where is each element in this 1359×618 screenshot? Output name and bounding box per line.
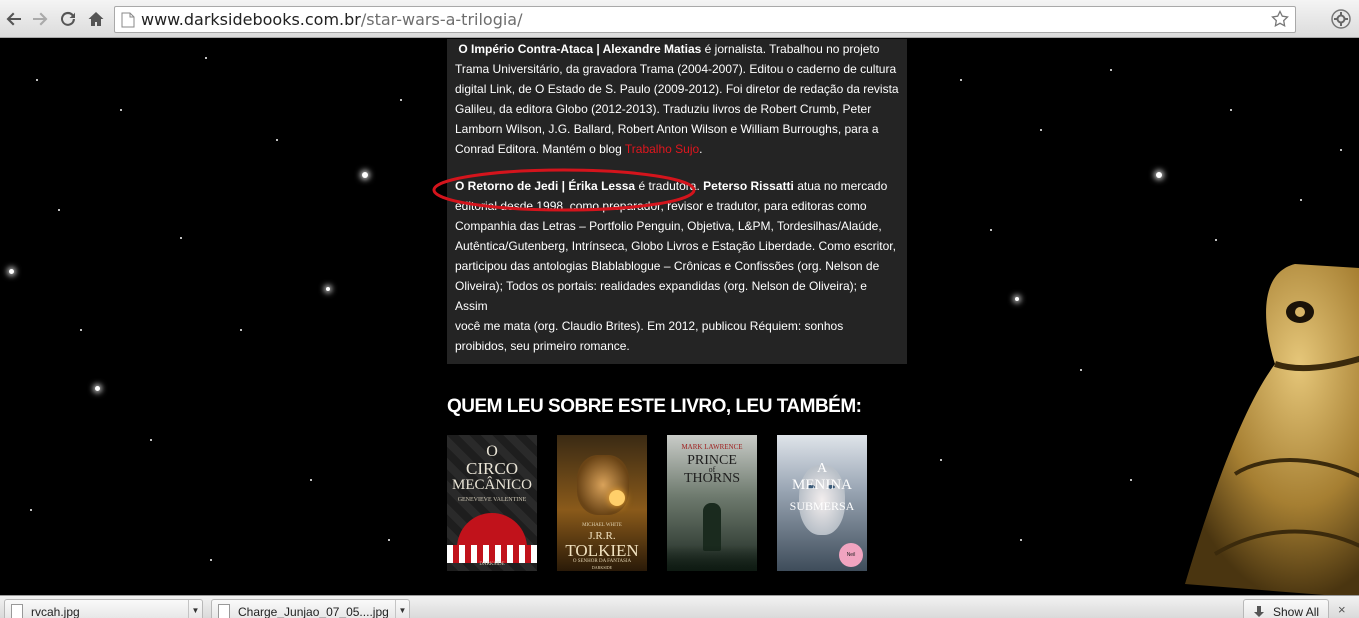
line: Companhia das Letras – Portfolio Penguin… [455, 219, 882, 233]
browser-toolbar: www.darksidebooks.com.br/star-wars-a-tri… [0, 0, 1359, 38]
settings-icon[interactable] [1330, 8, 1352, 35]
book-title-line: TOLKIEN [565, 541, 639, 560]
text: atua no mercado [797, 179, 888, 193]
blog-link[interactable]: Trabalho Sujo [625, 142, 699, 156]
line: Galileu, da editora Globo (2012-2013). T… [455, 102, 872, 116]
line: participou das antologias Blablablogue –… [455, 259, 880, 273]
home-icon[interactable] [84, 7, 108, 31]
download-shelf: rvcah.jpg ▼ Charge_Junjao_07_05....jpg ▼… [0, 595, 1359, 618]
line: você me mata (org. Claudio Brites). Em 2… [455, 319, 844, 333]
book-title-line: MECÂNICO [451, 477, 532, 493]
chevron-down-icon[interactable]: ▼ [188, 600, 202, 618]
file-icon [218, 604, 230, 618]
show-all-label: Show All [1273, 605, 1320, 618]
book-author: MARK LAWRENCE [681, 443, 743, 451]
book-cover-prince-of-thorns[interactable]: MARK LAWRENCE PRINCE of THORNS [667, 435, 757, 571]
line: Lamborn Wilson, J.G. Ballard, Robert Ant… [455, 122, 879, 136]
section-heading-imperio: O Império Contra-Ataca | Alexandre Matia… [458, 42, 702, 56]
book-author: GENEVIEVE VALENTINE [457, 497, 527, 503]
chevron-down-icon[interactable]: ▼ [395, 600, 409, 618]
book-title-line: MENINA [792, 477, 852, 493]
close-icon[interactable]: × [1338, 602, 1346, 617]
reload-icon[interactable] [56, 7, 80, 31]
line: O Império Contra-Ataca | Alexandre Matia… [455, 39, 901, 59]
related-books-title: QUEM LEU SOBRE ESTE LIVRO, LEU TAMBÉM: [447, 396, 862, 417]
article-content-box: O Império Contra-Ataca | Alexandre Matia… [447, 39, 907, 364]
golden-robot-illustration [1185, 264, 1359, 595]
text: Conrad Editora. Mantém o blog [455, 142, 622, 156]
file-icon [11, 604, 23, 618]
download-item[interactable]: Charge_Junjao_07_05....jpg ▼ [211, 599, 410, 618]
url-path: /star-wars-a-trilogia/ [360, 10, 523, 29]
book-title-line: SUBMERSA [789, 499, 855, 513]
book-title-line: THORNS [683, 471, 740, 486]
book-publisher: DARKSIDE [591, 565, 613, 570]
forward-arrow-icon[interactable] [28, 7, 52, 31]
line: editorial desde 1998, como preparador, r… [455, 199, 867, 213]
line: digital Link, de O Estado de S. Paulo (2… [455, 82, 899, 96]
bookmark-star-icon[interactable] [1271, 10, 1289, 28]
book-publisher: DARKSIDE [479, 562, 505, 567]
line: O Retorno de Jedi | Érika Lessa é tradut… [455, 176, 901, 196]
download-item[interactable]: rvcah.jpg ▼ [4, 599, 203, 618]
url-text: www.darksidebooks.com.br/star-wars-a-tri… [141, 10, 523, 29]
download-filename: Charge_Junjao_07_05....jpg [238, 605, 389, 618]
author-name: Peterso Rissatti [703, 179, 794, 193]
download-arrow-icon [1254, 606, 1264, 617]
section-heading-retorno: O Retorno de Jedi | Érika Lessa [455, 179, 636, 193]
book-title-line: A [816, 461, 828, 476]
book-badge: Neil Gaiman [839, 543, 863, 567]
line: proibidos, seu primeiro romance. [455, 339, 630, 353]
book-subtitle: O SENHOR DA FANTASIA [572, 559, 632, 564]
text: é tradutora. [638, 179, 700, 193]
book-author: MICHAEL WHITE [582, 523, 622, 528]
text: . [699, 142, 703, 156]
line: Oliveira); Todos os portais: realidades … [455, 279, 867, 313]
line: Trama Universitário, da gravadora Trama … [455, 62, 897, 76]
book-cover-tolkien[interactable]: MICHAEL WHITE J.R.R. TOLKIEN O SENHOR DA… [557, 435, 647, 571]
web-page: O Império Contra-Ataca | Alexandre Matia… [0, 39, 1359, 595]
address-bar[interactable]: www.darksidebooks.com.br/star-wars-a-tri… [114, 6, 1296, 33]
back-arrow-icon[interactable] [2, 7, 26, 31]
book-cover-menina-submersa[interactable]: A MENINA SUBMERSA Neil Gaiman [777, 435, 867, 571]
author-paragraph-2: O Retorno de Jedi | Érika Lessa é tradut… [455, 176, 901, 356]
author-paragraph-1: O Império Contra-Ataca | Alexandre Matia… [455, 39, 901, 159]
book-title-line: CIRCO [466, 459, 518, 478]
book-cover-circo-mecanico[interactable]: O CIRCO MECÂNICO GENEVIEVE VALENTINE DAR… [447, 435, 537, 571]
url-domain: www.darksidebooks.com.br [141, 10, 361, 29]
line: Autêntica/Gutenberg, Intrínseca, Globo L… [455, 239, 896, 253]
page-icon [121, 12, 135, 28]
download-filename: rvcah.jpg [31, 605, 80, 618]
show-all-downloads-button[interactable]: Show All [1243, 599, 1329, 618]
text: é jornalista. Trabalhou no projeto [704, 42, 880, 56]
line: Conrad Editora. Mantém o blog Trabalho S… [455, 139, 901, 159]
